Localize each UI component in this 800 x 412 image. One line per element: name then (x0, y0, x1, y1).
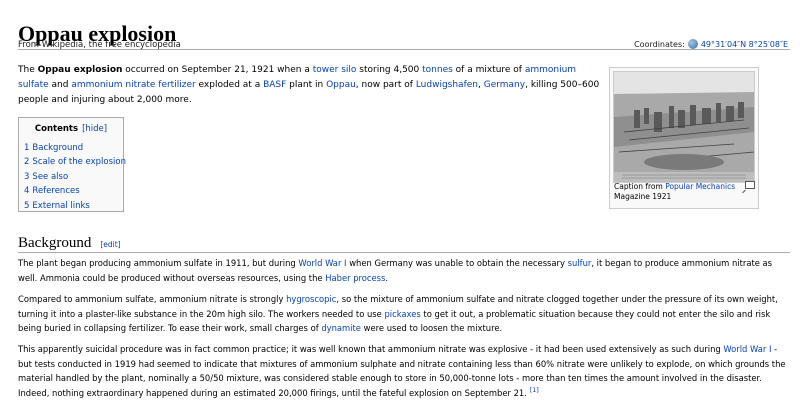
reference-link-1[interactable]: [1] (530, 386, 539, 394)
edit-section-link[interactable]: [edit] (100, 240, 120, 249)
intro-text: plant in (286, 80, 327, 90)
toc-item-number: 1 (24, 143, 30, 153)
intro-text: The (18, 65, 38, 75)
toc-list: 1 Background 2 Scale of the explosion 3 See… (24, 141, 126, 213)
toc-item-references[interactable]: References (32, 186, 79, 196)
link-germany[interactable]: Germany (484, 80, 525, 90)
explosion-aerial-photo[interactable] (613, 71, 755, 183)
coordinates-label: Coordinates: (634, 39, 685, 49)
paragraph-text: The plant began producing ammonium sulfa… (18, 258, 299, 268)
intro-text: , now part of (355, 80, 416, 90)
intro-text: exploded at a (195, 80, 264, 90)
section-title: Background (18, 235, 92, 251)
background-paragraph-3: This apparently suicidal procedure was i… (18, 342, 790, 400)
toc-item-see-also[interactable]: See also (32, 172, 68, 182)
background-paragraph-1: The plant began producing ammonium sulfa… (18, 256, 790, 285)
link-popular-mechanics[interactable]: Popular Mechanics (665, 182, 735, 191)
link-pickaxes[interactable]: pickaxes (384, 309, 420, 319)
toc-item[interactable]: 2 Scale of the explosion (24, 155, 126, 169)
link-ludwigshafen[interactable]: Ludwigshafen (416, 80, 478, 90)
enlarge-icon[interactable] (745, 181, 755, 189)
coordinates: Coordinates: 49°31′04″N 8°25′08″E (634, 39, 788, 49)
link-tonnes[interactable]: tonnes (422, 65, 453, 75)
paragraph-text: Compared to ammonium sulfate, ammonium n… (18, 294, 287, 304)
toc-item-background[interactable]: Background (32, 143, 83, 153)
table-of-contents: Contents [hide] 1 Background 2 Scale of the… (18, 117, 126, 213)
link-world-war-i[interactable]: World War I (298, 258, 346, 268)
thumbnail-caption: Caption from Popular Mechanics Magazine … (614, 182, 754, 202)
toc-title: Contents (34, 124, 79, 134)
paragraph-text: were used to loosen the mixture. (360, 323, 503, 333)
toc-header: Contents [hide] (19, 124, 123, 138)
intro-text: storing 4,500 (356, 65, 423, 75)
caption-text: Magazine 1921 (614, 192, 672, 201)
toc-item-external-links[interactable]: External links (32, 201, 89, 211)
intro-text: and (48, 80, 72, 90)
background-paragraph-2: Compared to ammonium sulfate, ammonium n… (18, 292, 790, 336)
toc-item-scale[interactable]: Scale of the explosion (32, 157, 126, 167)
link-oppau[interactable]: Oppau (326, 80, 356, 90)
toc-item-number: 2 (24, 157, 30, 168)
toc-item-number: 5 (24, 200, 30, 211)
paragraph-text: . (385, 272, 389, 283)
intro-text: of a mixture of (452, 65, 525, 75)
link-tower-silo[interactable]: tower silo (313, 65, 357, 75)
toc-item-number: 4 (24, 186, 30, 197)
toc-item-number: 3 (24, 171, 30, 182)
link-world-war-i[interactable]: World War I (723, 344, 771, 354)
section-heading-background: Background [edit] (18, 232, 790, 253)
link-dynamite[interactable]: dynamite (321, 323, 361, 333)
toc-item[interactable]: 5 External links (24, 199, 123, 213)
coordinates-link[interactable]: 49°31′04″N 8°25′08″E (701, 40, 788, 49)
intro-paragraph: The Oppau explosion occurred on Septembe… (18, 63, 606, 108)
link-haber-process[interactable]: Haber process (325, 273, 385, 283)
thumbnail-box: Caption from Popular Mechanics Magazine … (609, 67, 759, 209)
intro-text: occurred on September 21, 1921 when a (122, 65, 313, 75)
toc-item[interactable]: 4 References (24, 184, 123, 198)
caption-text: Caption from (614, 182, 666, 191)
paragraph-text: when Germany was unable to obtain the ne… (346, 258, 568, 268)
paragraph-text: This apparently suicidal procedure was i… (18, 344, 724, 354)
link-basf[interactable]: BASF (263, 80, 286, 90)
toc-item[interactable]: 1 Background (24, 141, 123, 155)
globe-icon[interactable] (687, 39, 698, 49)
link-sulfur[interactable]: sulfur (568, 258, 592, 268)
article-subject: Oppau explosion (37, 65, 123, 75)
site-tagline: From Wikipedia, the free encyclopedia (18, 40, 181, 50)
link-hygroscopic[interactable]: hygroscopic (286, 294, 336, 304)
toc-hide-link[interactable]: [hide] (82, 124, 107, 134)
link-ammonium-nitrate[interactable]: ammonium nitrate fertilizer (71, 80, 195, 90)
toc-item[interactable]: 3 See also (24, 170, 123, 184)
